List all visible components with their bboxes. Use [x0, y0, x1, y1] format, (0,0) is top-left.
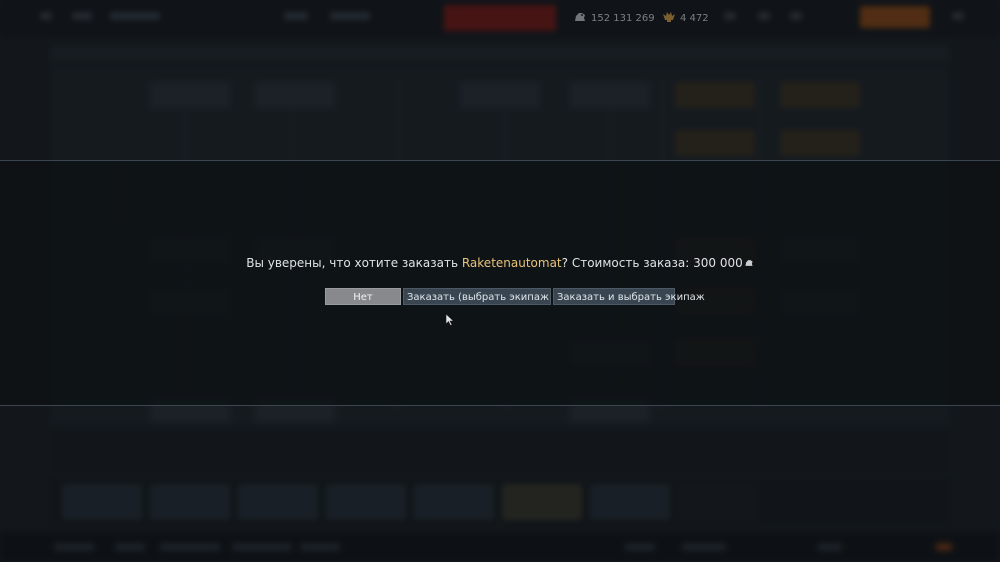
silver-lion-icon	[744, 257, 754, 267]
dialog-buttons: Нет Заказать (выбрать экипаж позже) Зака…	[325, 288, 705, 305]
no-button[interactable]: Нет	[325, 288, 401, 305]
vehicle-name: Raketenautomat	[461, 256, 562, 270]
order-choose-crew-later-button[interactable]: Заказать (выбрать экипаж позже)	[403, 288, 589, 305]
confirm-message: Вы уверены, что хотите заказать Raketena…	[0, 256, 1000, 270]
order-and-choose-crew-button[interactable]: Заказать и выбрать экипаж	[553, 288, 705, 305]
message-prefix: Вы уверены, что хотите заказать	[246, 256, 462, 270]
mouse-cursor-icon	[446, 314, 454, 326]
confirm-dialog	[0, 160, 1000, 406]
message-suffix: ? Стоимость заказа: 300 000	[561, 256, 743, 270]
